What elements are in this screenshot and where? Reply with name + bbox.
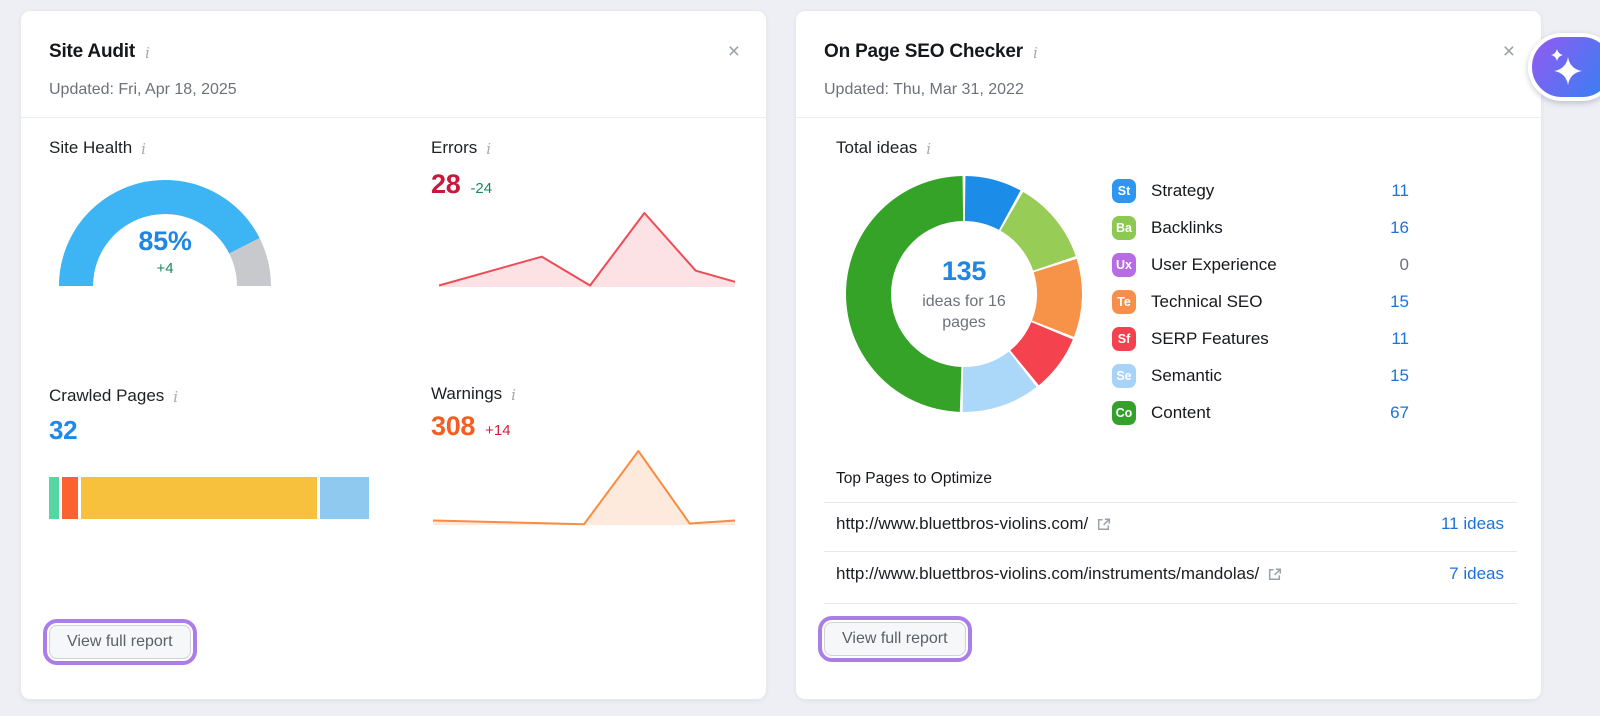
info-icon[interactable]: i bbox=[1033, 42, 1038, 62]
page-title: On Page SEO Checker bbox=[824, 41, 1023, 63]
card-header: On Page SEO Checker i bbox=[824, 41, 1038, 63]
top-page-row: http://www.bluettbros-violins.com/instru… bbox=[836, 564, 1504, 584]
page-title: Site Audit bbox=[49, 41, 135, 63]
close-icon[interactable]: × bbox=[1503, 41, 1515, 62]
ideas-legend: St Strategy 11 Ba Backlinks 16 Ux User E… bbox=[1112, 179, 1409, 425]
site-health-gauge: 85% +4 bbox=[59, 178, 271, 292]
page-url: http://www.bluettbros-violins.com/ bbox=[836, 514, 1088, 534]
user-experience-badge-icon: Ux bbox=[1112, 253, 1136, 277]
external-link-icon[interactable] bbox=[1267, 567, 1282, 582]
errors-delta: -24 bbox=[470, 180, 492, 197]
divider bbox=[21, 117, 766, 118]
legend-row-backlinks[interactable]: Ba Backlinks 16 bbox=[1112, 216, 1409, 240]
updated-timestamp: Updated: Fri, Apr 18, 2025 bbox=[49, 81, 237, 99]
strategy-badge-icon: St bbox=[1112, 179, 1136, 203]
sparkles-icon bbox=[1544, 45, 1588, 89]
info-icon[interactable]: i bbox=[511, 384, 516, 404]
info-icon[interactable]: i bbox=[141, 138, 146, 158]
close-icon[interactable]: × bbox=[728, 41, 740, 62]
warnings-label: Warnings i bbox=[431, 384, 516, 404]
info-icon[interactable]: i bbox=[173, 386, 178, 406]
semantic-badge-icon: Se bbox=[1112, 364, 1136, 388]
warnings-delta: +14 bbox=[485, 422, 510, 439]
site-health-label: Site Health i bbox=[49, 138, 146, 158]
legend-row-serp-features[interactable]: Sf SERP Features 11 bbox=[1112, 327, 1409, 351]
view-full-report-button[interactable]: View full report bbox=[49, 625, 191, 659]
info-icon[interactable]: i bbox=[486, 138, 491, 158]
divider bbox=[824, 551, 1517, 552]
legend-row-technical-seo[interactable]: Te Technical SEO 15 bbox=[1112, 290, 1409, 314]
view-full-report-button[interactable]: View full report bbox=[824, 622, 966, 656]
page-url: http://www.bluettbros-violins.com/instru… bbox=[836, 564, 1259, 584]
legend-row-strategy[interactable]: St Strategy 11 bbox=[1112, 179, 1409, 203]
ideas-link[interactable]: 7 ideas bbox=[1449, 564, 1504, 584]
divider bbox=[796, 117, 1541, 118]
site-health-delta: +4 bbox=[59, 260, 271, 277]
crawled-pages-bar bbox=[49, 477, 369, 519]
top-page-row: http://www.bluettbros-violins.com/ 11 id… bbox=[836, 514, 1504, 534]
technical-seo-badge-icon: Te bbox=[1112, 290, 1136, 314]
serp-features-badge-icon: Sf bbox=[1112, 327, 1136, 351]
backlinks-badge-icon: Ba bbox=[1112, 216, 1136, 240]
external-link-icon[interactable] bbox=[1096, 517, 1111, 532]
errors-value[interactable]: 28 bbox=[431, 169, 460, 200]
on-page-seo-checker-card: On Page SEO Checker i × Updated: Thu, Ma… bbox=[795, 10, 1542, 700]
warnings-value[interactable]: 308 bbox=[431, 411, 475, 442]
card-header: Site Audit i bbox=[49, 41, 150, 63]
site-audit-card: Site Audit i × Updated: Fri, Apr 18, 202… bbox=[20, 10, 767, 700]
ai-assistant-button[interactable] bbox=[1528, 33, 1600, 101]
updated-timestamp: Updated: Thu, Mar 31, 2022 bbox=[824, 81, 1024, 99]
warnings-trend-chart bbox=[429, 445, 739, 531]
info-icon[interactable]: i bbox=[926, 138, 931, 158]
legend-row-content[interactable]: Co Content 67 bbox=[1112, 401, 1409, 425]
total-ideas-label: Total ideas i bbox=[836, 138, 931, 158]
ideas-donut-chart: 135 ideas for 16 pages bbox=[844, 174, 1084, 414]
crawled-pages-value[interactable]: 32 bbox=[49, 415, 77, 446]
legend-row-semantic[interactable]: Se Semantic 15 bbox=[1112, 364, 1409, 388]
legend-row-user-experience[interactable]: Ux User Experience 0 bbox=[1112, 253, 1409, 277]
info-icon[interactable]: i bbox=[145, 42, 150, 62]
divider bbox=[824, 502, 1517, 503]
divider bbox=[824, 603, 1517, 604]
top-pages-label: Top Pages to Optimize bbox=[836, 470, 992, 488]
site-health-value: 85% bbox=[59, 226, 271, 257]
ideas-link[interactable]: 11 ideas bbox=[1441, 514, 1504, 534]
errors-trend-chart bbox=[429, 207, 739, 293]
errors-label: Errors i bbox=[431, 138, 491, 158]
crawled-pages-label: Crawled Pages i bbox=[49, 386, 178, 406]
content-badge-icon: Co bbox=[1112, 401, 1136, 425]
